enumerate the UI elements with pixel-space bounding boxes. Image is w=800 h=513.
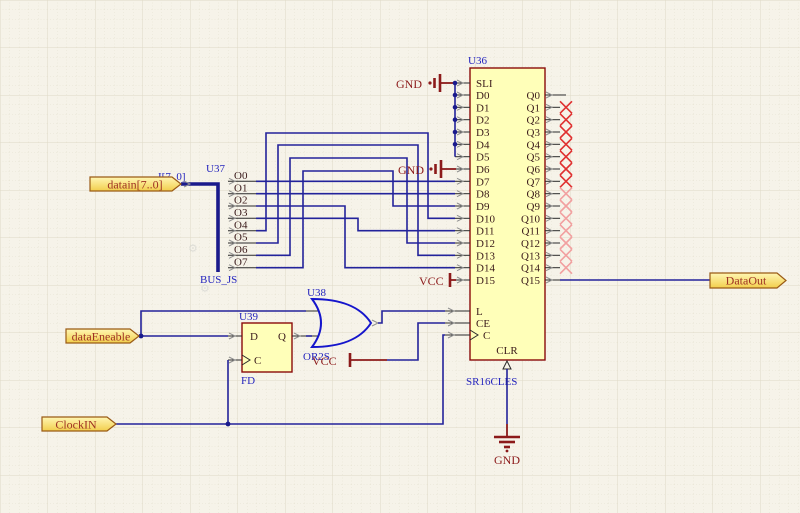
u36-pin-q10: Q10: [521, 213, 540, 225]
u36-pin-d13: D13: [476, 250, 495, 262]
u36-pin-d6: D6: [476, 164, 490, 176]
u36-pin-d2: D2: [476, 115, 489, 127]
port-clockin[interactable]: ClockIN: [42, 417, 116, 432]
u37-designator: U37: [206, 163, 225, 175]
u36-pin-d8: D8: [476, 189, 490, 201]
u36-pin-d5: D5: [476, 152, 490, 164]
u36-pin-d0: D0: [476, 90, 490, 102]
gnd-bar-dot: [429, 167, 432, 170]
u39-designator: U39: [239, 311, 258, 323]
u36-pin-q9: Q9: [527, 201, 541, 213]
u36-pin-sli: SLI: [476, 78, 493, 90]
port-clockin-label: ClockIN: [55, 418, 97, 432]
port-dataout-label: DataOut: [726, 274, 767, 288]
u36-pin-d12: D12: [476, 238, 495, 250]
u36-pin-ce: CE: [476, 318, 490, 330]
u36-pin-q5: Q5: [527, 152, 541, 164]
u37-pin-o0: O0: [234, 170, 248, 182]
gnd-clr-label: GND: [494, 453, 520, 467]
u37-pin-o7: O7: [234, 256, 248, 268]
port-dataeneable[interactable]: dataEneable: [66, 329, 139, 344]
u36-pin-d3: D3: [476, 127, 490, 139]
u37-pin-o4: O4: [234, 219, 248, 231]
u36-designator: U36: [468, 55, 487, 67]
u36-pin-q0: Q0: [527, 90, 541, 102]
port-datain-label: datain[7..0]: [107, 178, 162, 192]
u37-pin-o1: O1: [234, 182, 247, 194]
u36-pin-q3: Q3: [527, 127, 541, 139]
gnd-d6-label: GND: [398, 163, 424, 177]
gnd-bar-dot: [428, 81, 431, 84]
u36-pin-c: C: [483, 330, 490, 342]
u37-pin-o6: O6: [234, 244, 248, 256]
u37-part-label: BUS_JS: [200, 274, 237, 286]
u36-pin-q6: Q6: [527, 164, 541, 176]
u36-pin-d14: D14: [476, 263, 495, 275]
u36-pin-d1: D1: [476, 102, 489, 114]
u36-pin-q13: Q13: [521, 250, 540, 262]
u36-pin-d15: D15: [476, 275, 495, 287]
gnd-earth-dot: [506, 450, 509, 453]
vcc-d15-label: VCC: [419, 274, 444, 288]
gear-icon: ⚙: [188, 242, 198, 255]
schematic-sheet: ⚙ ⚙ U37 I[7..0] BUS_JS O0 O1 O2 O3 O4 O5…: [0, 0, 800, 513]
schematic-canvas[interactable]: ⚙ ⚙ U37 I[7..0] BUS_JS O0 O1 O2 O3 O4 O5…: [0, 0, 800, 513]
u36-pin-q8: Q8: [527, 189, 541, 201]
u37-pin-o5: O5: [234, 232, 248, 244]
u39-pin-c: C: [254, 355, 261, 367]
power-vcc-d15[interactable]: VCC: [419, 273, 456, 288]
u36-pin-d7: D7: [476, 176, 490, 188]
u38-designator: U38: [307, 287, 326, 299]
u36-part-label: SR16CLES: [466, 376, 517, 388]
u36-pin-d11: D11: [476, 226, 495, 238]
junction-dot: [226, 422, 231, 427]
u39-pin-q: Q: [278, 331, 286, 343]
u36-pin-q2: Q2: [527, 115, 540, 127]
u36-pin-d9: D9: [476, 201, 490, 213]
u36-pin-q1: Q1: [527, 102, 540, 114]
u36-pin-q4: Q4: [527, 139, 541, 151]
u36-pin-q7: Q7: [527, 176, 541, 188]
u36-pin-q11: Q11: [521, 226, 540, 238]
port-datain[interactable]: datain[7..0]: [90, 177, 181, 192]
u36-pin-q14: Q14: [521, 263, 540, 275]
gnd-top-label: GND: [396, 77, 422, 91]
u37-pin-o2: O2: [234, 195, 247, 207]
u39-pin-d: D: [250, 331, 258, 343]
u37-pin-o3: O3: [234, 207, 248, 219]
u36-pin-d10: D10: [476, 213, 495, 225]
vcc-ce-label: VCC: [312, 354, 337, 368]
u36-pin-l: L: [476, 306, 483, 318]
port-dataout[interactable]: DataOut: [710, 273, 786, 288]
u39-part-label: FD: [241, 375, 255, 387]
u36-pin-q15: Q15: [521, 275, 540, 287]
u36-pin-clr: CLR: [496, 345, 518, 357]
u36-pin-q12: Q12: [521, 238, 540, 250]
u36-pin-d4: D4: [476, 139, 490, 151]
port-dataeneable-label: dataEneable: [72, 330, 131, 344]
